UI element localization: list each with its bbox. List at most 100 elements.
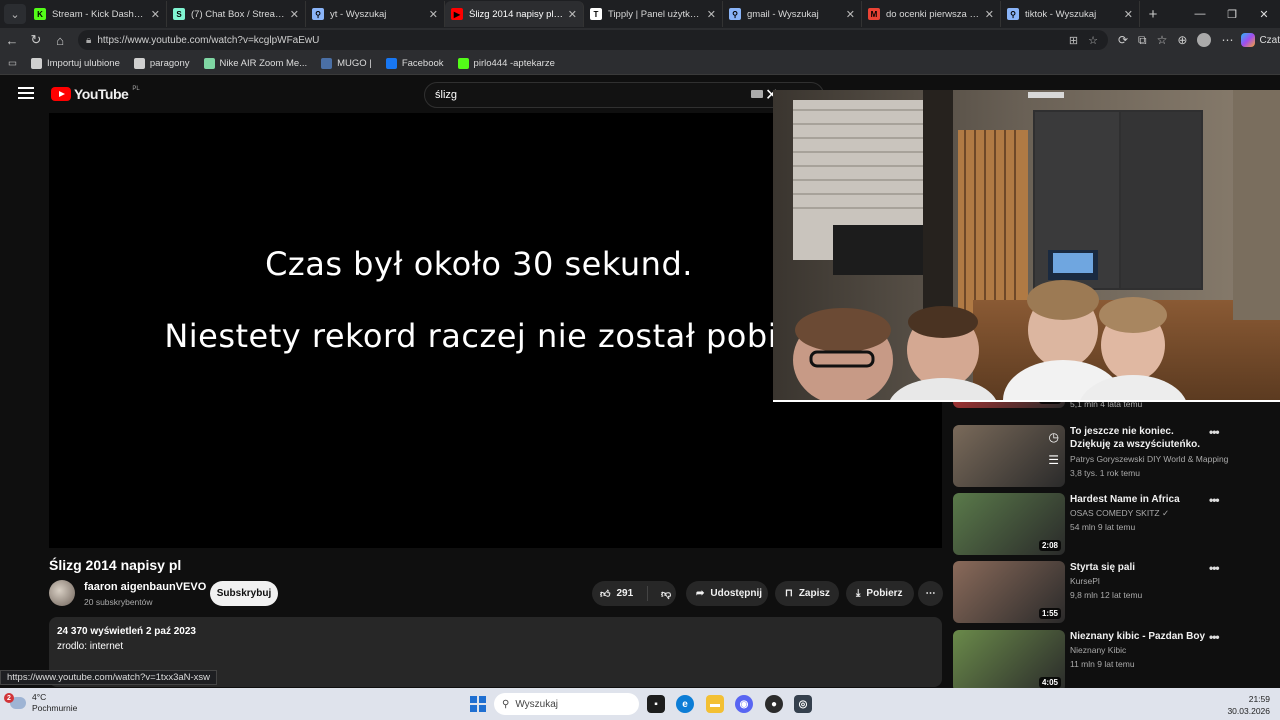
nike-icon bbox=[203, 57, 215, 69]
tab-actions-menu[interactable]: ⌄ bbox=[4, 4, 26, 24]
video-title: Ślizg 2014 napisy pl bbox=[49, 557, 182, 573]
bookmark-item[interactable]: Importuj ulubione bbox=[30, 57, 120, 69]
video-thumbnail[interactable]: ◷ ☰ bbox=[953, 425, 1065, 487]
task-view-icon[interactable]: ▪ bbox=[647, 695, 665, 713]
weather-description: Pochmurnie bbox=[32, 703, 78, 713]
copilot-icon bbox=[1241, 33, 1256, 47]
url-text: https://www.youtube.com/watch?v=kcglpWFa… bbox=[97, 34, 320, 46]
split-screen-icon[interactable]: ⧉ bbox=[1138, 33, 1147, 48]
close-tab-icon[interactable]: ✕ bbox=[985, 8, 994, 21]
video-channel[interactable]: Nieznany Kibic bbox=[1070, 645, 1126, 655]
new-tab-button[interactable]: + bbox=[1140, 6, 1166, 23]
dislike-button[interactable]: 👎︎ bbox=[654, 588, 671, 600]
close-tab-icon[interactable]: ✕ bbox=[290, 8, 299, 21]
add-to-queue-icon[interactable]: ☰ bbox=[1048, 453, 1059, 467]
more-vertical-icon[interactable]: ••• bbox=[1209, 493, 1220, 507]
browser-tab[interactable]: M do ocenki pierwsza wersja te ✕ bbox=[862, 1, 1001, 27]
download-button[interactable]: ⤓ Pobierz bbox=[846, 581, 914, 606]
more-vertical-icon[interactable]: ••• bbox=[1209, 425, 1220, 439]
bookmark-item[interactable]: Nike AIR Zoom Me... bbox=[203, 57, 307, 69]
video-title[interactable]: Nieznany kibic - Pazdan Boy bbox=[1070, 630, 1210, 643]
minimize-icon[interactable]: — bbox=[1184, 0, 1216, 28]
windows-start-icon[interactable] bbox=[470, 696, 486, 712]
refresh-icon[interactable]: ↻ bbox=[24, 32, 48, 48]
video-duration: 1:55 bbox=[1038, 608, 1061, 619]
edge-icon[interactable]: e bbox=[676, 695, 694, 713]
video-channel[interactable]: OSAS COMEDY SKITZ ✓ bbox=[1070, 508, 1169, 519]
kick-icon: K bbox=[34, 8, 46, 20]
extensions-icon[interactable]: ⟳ bbox=[1118, 33, 1128, 47]
window-controls: — ❐ ✕ bbox=[1184, 0, 1280, 28]
browser-tab[interactable]: ⚲ yt - Wyszukaj ✕ bbox=[306, 1, 445, 27]
maximize-icon[interactable]: ❐ bbox=[1216, 0, 1248, 28]
like-dislike-group: 👍︎ 291 👎︎ bbox=[592, 581, 676, 606]
close-tab-icon[interactable]: ✕ bbox=[1124, 8, 1133, 21]
close-tab-icon[interactable]: ✕ bbox=[846, 8, 855, 21]
video-thumbnail[interactable]: 2:08 bbox=[953, 493, 1065, 555]
video-channel[interactable]: KursePl bbox=[1070, 576, 1100, 586]
bookmark-item[interactable]: paragony bbox=[133, 57, 190, 69]
share-button[interactable]: ➦ Udostępnij bbox=[686, 581, 768, 606]
channel-name[interactable]: faaron aigenbaunVEVO bbox=[84, 581, 206, 593]
browser-tab[interactable]: T Tipply | Panel użytkownika ✕ bbox=[584, 1, 723, 27]
discord-icon[interactable]: ◉ bbox=[735, 695, 753, 713]
save-button[interactable]: ⊓ Zapisz bbox=[775, 581, 839, 606]
video-thumbnail[interactable]: 1:55 bbox=[953, 561, 1065, 623]
bookmark-item[interactable]: MUGO | bbox=[321, 57, 372, 69]
close-tab-icon[interactable]: ✕ bbox=[429, 8, 438, 21]
watch-later-icon[interactable]: ◷ bbox=[1049, 430, 1059, 444]
url-field[interactable]: 🔒︎ https://www.youtube.com/watch?v=kcglp… bbox=[78, 30, 1108, 50]
webcam-overlay bbox=[773, 90, 1280, 402]
video-thumbnail[interactable]: 4:05 bbox=[953, 630, 1065, 692]
weather-widget[interactable]: 2 4°C Pochmurnie bbox=[4, 692, 78, 714]
close-icon[interactable]: ✕ bbox=[1248, 0, 1280, 28]
mugo-icon bbox=[321, 57, 333, 69]
video-title[interactable]: Hardest Name in Africa bbox=[1070, 493, 1210, 506]
video-meta: 54 mln 9 lat temu bbox=[1070, 522, 1136, 532]
bookmark-item[interactable]: pirlo444 -aptekarze bbox=[457, 57, 555, 69]
apps-icon[interactable]: ⊞ bbox=[1069, 34, 1078, 47]
more-vertical-icon[interactable]: ••• bbox=[1209, 630, 1220, 644]
more-vertical-icon[interactable]: ••• bbox=[1209, 561, 1220, 575]
app-icon[interactable]: ◎ bbox=[794, 695, 812, 713]
close-tab-icon[interactable]: ✕ bbox=[707, 8, 716, 21]
subscribe-button[interactable]: Subskrybuj bbox=[210, 581, 278, 606]
close-tab-icon[interactable]: ✕ bbox=[568, 8, 577, 21]
thumbs-up-icon: 👍︎ bbox=[600, 588, 611, 600]
more-menu-icon[interactable]: ⋯ bbox=[1221, 33, 1233, 47]
taskbar-search[interactable]: ⚲ Wyszukaj bbox=[494, 693, 639, 715]
obs-icon[interactable]: ● bbox=[765, 695, 783, 713]
hamburger-menu-icon[interactable] bbox=[18, 87, 34, 99]
more-actions-button[interactable]: ⋯ bbox=[918, 581, 943, 606]
home-icon[interactable]: ⌂ bbox=[48, 33, 72, 48]
copilot-button[interactable]: Czat bbox=[1241, 33, 1280, 47]
facebook-icon bbox=[385, 57, 397, 69]
youtube-logo[interactable]: YouTube PL bbox=[51, 86, 140, 102]
system-clock[interactable]: 21:59 30.03.2026 bbox=[1227, 693, 1270, 717]
file-explorer-icon[interactable]: ▬ bbox=[706, 695, 724, 713]
description-meta: 24 370 wyświetleń 2 paź 2023 bbox=[57, 626, 196, 637]
video-duration: 4:05 bbox=[1038, 677, 1061, 688]
like-button[interactable]: 👍︎ 291 bbox=[592, 586, 648, 601]
browser-tab[interactable]: S (7) Chat Box / Streamlabs ✕ bbox=[167, 1, 306, 27]
profile-avatar[interactable] bbox=[1197, 33, 1212, 47]
browser-tab[interactable]: K Stream - Kick Dashboard ✕ bbox=[28, 1, 167, 27]
video-title[interactable]: Styrta się pali bbox=[1070, 561, 1210, 574]
keyboard-icon[interactable] bbox=[751, 90, 763, 98]
browser-tab-bar: ⌄ K Stream - Kick Dashboard ✕S (7) Chat … bbox=[0, 0, 1280, 28]
favorite-star-icon[interactable]: ☆ bbox=[1088, 34, 1098, 47]
channel-avatar[interactable] bbox=[49, 580, 75, 606]
collections-icon[interactable]: ⊕ bbox=[1177, 33, 1187, 47]
windows-taskbar: 2 4°C Pochmurnie ⚲ Wyszukaj ▪ e ▬ ◉ ● ◎ … bbox=[0, 688, 1280, 720]
browser-tab[interactable]: ▶ Ślizg 2014 napisy pl - YouTube ✕ bbox=[445, 1, 584, 27]
video-channel[interactable]: Patrys Goryszewski DIY World & Mapping bbox=[1070, 454, 1228, 464]
browser-tab[interactable]: ⚲ gmail - Wyszukaj ✕ bbox=[723, 1, 862, 27]
back-icon[interactable]: ← bbox=[0, 33, 24, 48]
bookmark-toggle-icon[interactable]: ▭ bbox=[8, 58, 17, 69]
browser-tab[interactable]: ⚲ tiktok - Wyszukaj ✕ bbox=[1001, 1, 1140, 27]
favorites-icon[interactable]: ☆ bbox=[1157, 33, 1168, 47]
bookmark-item[interactable]: Facebook bbox=[385, 57, 444, 69]
close-tab-icon[interactable]: ✕ bbox=[151, 8, 160, 21]
video-title[interactable]: To jeszcze nie koniec. Dziękuję za wszyś… bbox=[1070, 425, 1210, 451]
search-input[interactable]: ślizg ✕ bbox=[424, 82, 824, 108]
